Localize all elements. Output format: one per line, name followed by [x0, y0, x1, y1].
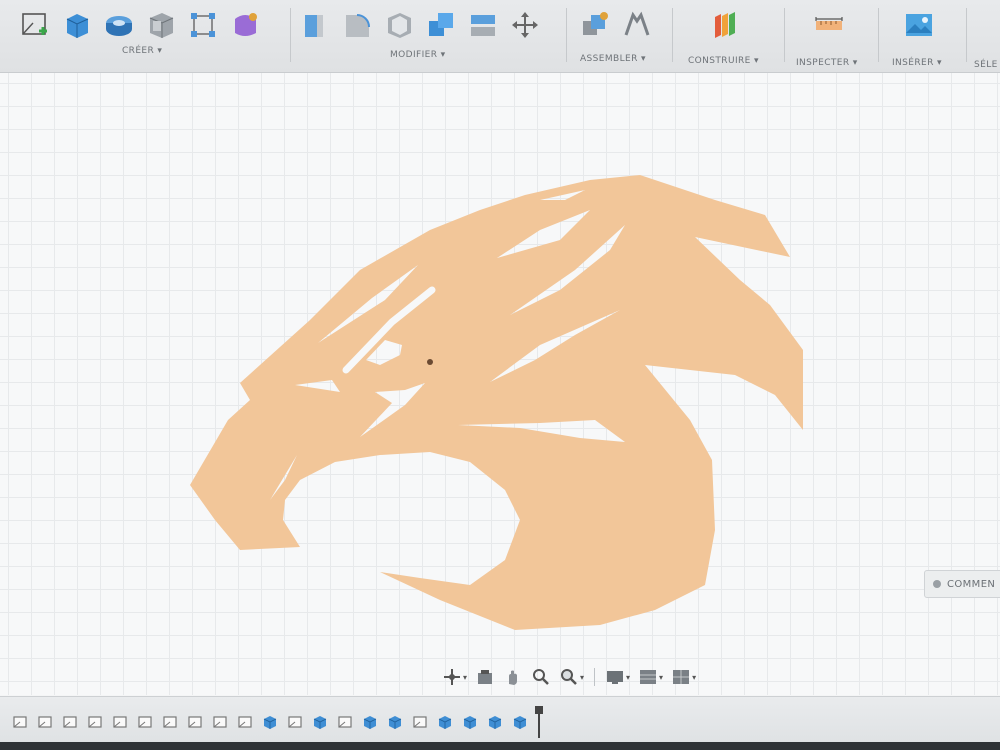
insert-group: INSÉRER ▾	[888, 0, 968, 72]
joint-icon[interactable]	[620, 8, 654, 42]
timeline-body-feature-icon[interactable]	[435, 712, 455, 732]
zoom-window-icon[interactable]: ▾	[557, 666, 586, 688]
design-canvas[interactable]	[0, 73, 1000, 695]
navigation-bar: ▾ ▾ ▾ ▾ ▾	[440, 664, 698, 690]
offset-plane-icon[interactable]	[708, 8, 742, 42]
timeline-sketch-feature-icon[interactable]	[210, 712, 230, 732]
timeline-body-feature-icon[interactable]	[360, 712, 380, 732]
timeline-body-feature-icon[interactable]	[310, 712, 330, 732]
modify-label[interactable]: MODIFIER ▾	[390, 50, 446, 60]
comments-panel[interactable]: COMMEN	[924, 570, 1000, 598]
nav-separator	[594, 668, 596, 686]
timeline-sketch-feature-icon[interactable]	[10, 712, 30, 732]
grid-settings-icon[interactable]: ▾	[636, 666, 665, 688]
form-icon[interactable]	[228, 8, 262, 42]
display-settings-icon[interactable]: ▾	[603, 666, 632, 688]
assemble-label[interactable]: ASSEMBLER ▾	[580, 54, 646, 64]
timeline-sketch-feature-icon[interactable]	[135, 712, 155, 732]
comments-label: COMMEN	[947, 578, 996, 590]
timeline-sketch-feature-icon[interactable]	[410, 712, 430, 732]
construct-label[interactable]: CONSTRUIRE ▾	[688, 56, 759, 66]
eagle-sketch-profile[interactable]	[0, 73, 1000, 695]
timeline-sketch-feature-icon[interactable]	[110, 712, 130, 732]
timeline-body-feature-icon[interactable]	[485, 712, 505, 732]
construct-group: CONSTRUIRE ▾	[686, 0, 786, 72]
look-at-icon[interactable]	[473, 666, 497, 688]
timeline-sketch-feature-icon[interactable]	[285, 712, 305, 732]
assemble-group: ASSEMBLER ▾	[578, 0, 668, 72]
new-component-icon[interactable]	[578, 8, 612, 42]
orbit-icon[interactable]: ▾	[440, 666, 469, 688]
create-label[interactable]: CRÉER ▾	[122, 46, 162, 56]
move-icon[interactable]	[508, 8, 542, 42]
eagle-head-shape[interactable]	[190, 175, 803, 630]
pan-icon[interactable]	[501, 666, 525, 688]
shell-icon[interactable]	[382, 8, 416, 42]
separator	[878, 8, 879, 62]
polygon-icon[interactable]	[186, 8, 220, 42]
screen-bezel	[0, 742, 1000, 750]
inspect-group: INSPECTER ▾	[794, 0, 874, 72]
timeline-items	[10, 706, 543, 738]
sketch-icon[interactable]	[18, 8, 52, 42]
fillet-icon[interactable]	[340, 8, 374, 42]
measure-icon[interactable]	[812, 8, 846, 42]
box-icon[interactable]	[144, 8, 178, 42]
timeline	[0, 696, 1000, 743]
separator	[672, 8, 673, 62]
timeline-sketch-feature-icon[interactable]	[85, 712, 105, 732]
timeline-body-feature-icon[interactable]	[260, 712, 280, 732]
separator	[784, 8, 785, 62]
modify-group: MODIFIER ▾	[298, 0, 560, 72]
press-pull-icon[interactable]	[298, 8, 332, 42]
combine-icon[interactable]	[424, 8, 458, 42]
timeline-sketch-feature-icon[interactable]	[235, 712, 255, 732]
timeline-sketch-feature-icon[interactable]	[35, 712, 55, 732]
timeline-sketch-feature-icon[interactable]	[335, 712, 355, 732]
timeline-body-feature-icon[interactable]	[510, 712, 530, 732]
separator	[966, 8, 967, 62]
timeline-sketch-feature-icon[interactable]	[60, 712, 80, 732]
eagle-eye-point	[427, 359, 433, 365]
split-icon[interactable]	[466, 8, 500, 42]
comments-toggle-icon[interactable]	[933, 580, 941, 588]
timeline-body-feature-icon[interactable]	[385, 712, 405, 732]
timeline-playhead-marker[interactable]	[535, 706, 543, 738]
zoom-icon[interactable]	[529, 666, 553, 688]
inspect-label[interactable]: INSPECTER ▾	[796, 58, 858, 68]
viewports-icon[interactable]: ▾	[669, 666, 698, 688]
timeline-sketch-feature-icon[interactable]	[185, 712, 205, 732]
timeline-body-feature-icon[interactable]	[460, 712, 480, 732]
separator	[290, 8, 291, 62]
insert-image-icon[interactable]	[902, 8, 936, 42]
timeline-sketch-feature-icon[interactable]	[160, 712, 180, 732]
separator	[566, 8, 567, 62]
create-group: CRÉER ▾	[18, 0, 288, 72]
insert-label[interactable]: INSÉRER ▾	[892, 58, 942, 68]
revolve-icon[interactable]	[102, 8, 136, 42]
toolbar: CRÉER ▾ MODIFIER ▾ ASSEMBLER ▾ CONSTRUIR…	[0, 0, 1000, 73]
extrude-icon[interactable]	[60, 8, 94, 42]
select-label[interactable]: SÉLE	[974, 60, 998, 70]
